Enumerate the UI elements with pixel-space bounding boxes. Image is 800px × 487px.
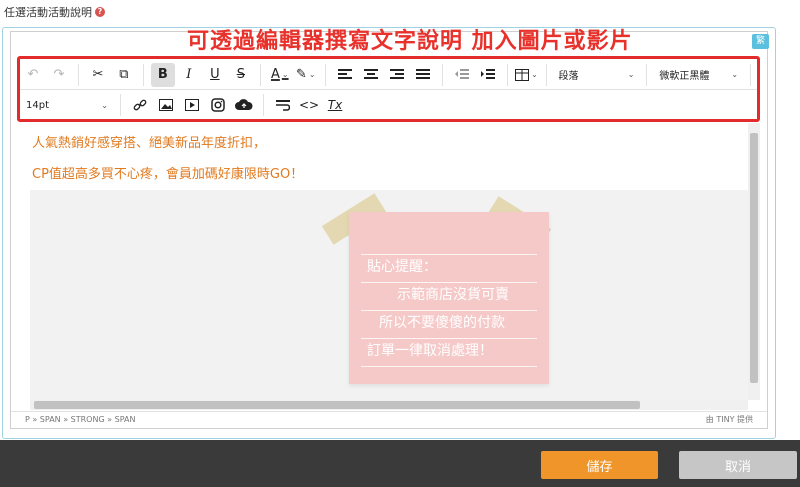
brand-credit[interactable]: 由 TINY 提供 xyxy=(706,414,753,425)
content-line-1: 人氣熱銷好感穿搭、絕美新品年度折扣， xyxy=(32,136,267,151)
content-line-2: CP值超高多買不心疼，會員加碼好康限時GO！ xyxy=(32,167,304,182)
note-line xyxy=(361,282,537,283)
language-badge[interactable]: 繁 xyxy=(752,34,769,49)
help-icon[interactable]: ? xyxy=(95,7,105,17)
sticky-note: 貼心提醒： 示範商店沒貨可賣 所以不要傻傻的付款 訂單一律取消處理！ xyxy=(349,212,549,384)
vertical-scrollbar[interactable] xyxy=(748,123,760,400)
note-text-1: 示範商店沒貨可賣 xyxy=(397,287,509,303)
page: 任選活動活動說明 ? 繁 可透過編輯器撰寫文字說明 加入圖片或影片 ↶ ↷ ✂ … xyxy=(0,0,800,487)
horizontal-scrollbar[interactable] xyxy=(30,400,748,410)
vertical-scroll-thumb[interactable] xyxy=(750,133,758,383)
toolbar-highlight-box xyxy=(17,56,760,122)
field-label-text: 任選活動活動說明 xyxy=(4,6,92,19)
horizontal-scroll-thumb[interactable] xyxy=(34,401,640,409)
note-line xyxy=(361,338,537,339)
note-text-3: 訂單一律取消處理！ xyxy=(367,343,493,359)
editor-statusbar: P » SPAN » STRONG » SPAN 由 TINY 提供 xyxy=(11,411,767,427)
field-label: 任選活動活動說明 ? xyxy=(4,4,105,20)
element-path[interactable]: P » SPAN » STRONG » SPAN xyxy=(25,415,135,424)
instruction-banner: 可透過編輯器撰寫文字說明 加入圖片或影片 xyxy=(187,29,633,54)
note-line xyxy=(361,366,537,367)
note-text-2: 所以不要傻傻的付款 xyxy=(379,315,505,331)
save-button[interactable]: 儲存 xyxy=(541,451,658,479)
note-title: 貼心提醒： xyxy=(367,259,437,275)
cancel-button[interactable]: 取消 xyxy=(679,451,797,479)
note-line xyxy=(361,310,537,311)
note-line xyxy=(361,254,537,255)
